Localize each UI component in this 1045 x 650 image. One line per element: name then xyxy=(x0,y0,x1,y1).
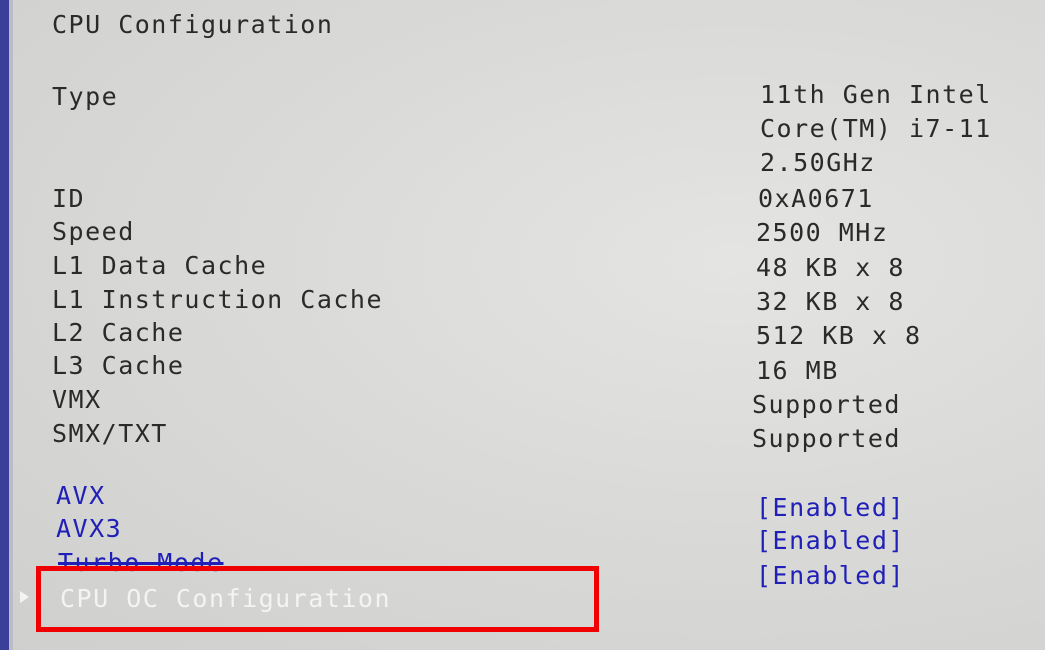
info-label-type: Type xyxy=(52,82,119,111)
info-value-l1-data-cache: 48 KB x 8 xyxy=(756,253,905,282)
info-label-id: ID xyxy=(52,184,86,213)
info-label-speed: Speed xyxy=(52,217,135,246)
info-label-l3-cache: L3 Cache xyxy=(52,351,185,380)
option-avx-value[interactable]: [Enabled] xyxy=(756,493,905,523)
left-border-strip xyxy=(0,0,9,650)
info-value-speed: 2500 MHz xyxy=(756,218,889,247)
info-label-l2-cache: L2 Cache xyxy=(52,318,185,347)
highlight-box xyxy=(36,566,599,632)
info-value-type-line3: 2.50GHz xyxy=(760,148,876,177)
bios-screen: CPU Configuration Type 11th Gen Intel Co… xyxy=(0,0,1045,650)
left-border-highlight xyxy=(9,0,13,650)
option-avx-label[interactable]: AVX xyxy=(56,481,106,511)
option-avx3-value[interactable]: [Enabled] xyxy=(756,526,905,556)
info-value-l3-cache: 16 MB xyxy=(756,356,839,385)
info-value-l2-cache: 512 KB x 8 xyxy=(756,321,922,350)
info-value-vmx: Supported xyxy=(752,390,901,419)
info-label-smx-txt: SMX/TXT xyxy=(52,419,168,448)
info-label-l1-data-cache: L1 Data Cache xyxy=(52,251,268,280)
info-value-type-line2: Core(TM) i7-11 xyxy=(760,114,992,143)
option-avx3-label[interactable]: AVX3 xyxy=(56,514,122,544)
info-label-l1-instruction-cache: L1 Instruction Cache xyxy=(52,285,384,314)
info-value-id: 0xA0671 xyxy=(758,184,874,213)
info-value-type-line1: 11th Gen Intel xyxy=(760,80,992,109)
page-title: CPU Configuration xyxy=(52,10,334,39)
info-value-smx-txt: Supported xyxy=(752,424,901,453)
info-value-l1-instruction-cache: 32 KB x 8 xyxy=(756,287,905,316)
triangle-right-icon xyxy=(20,591,29,603)
info-label-vmx: VMX xyxy=(52,385,102,414)
option-turbo-mode-value[interactable]: [Enabled] xyxy=(756,561,905,591)
